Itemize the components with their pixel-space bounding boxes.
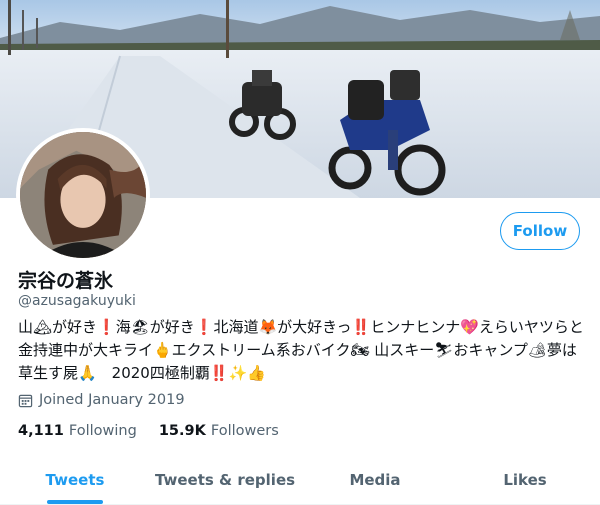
- profile-bio: 山🏔が好き❗️海🏖が好き❗️北海道🦊が大好きっ‼️ヒンナヒンナ💖えらいヤツらと金…: [18, 318, 584, 382]
- followers-link[interactable]: 15.9K Followers: [159, 423, 279, 439]
- followers-count: 15.9K: [158, 423, 211, 439]
- following-link[interactable]: 4,111 Following: [18, 423, 137, 439]
- calendar-icon: [18, 394, 33, 407]
- avatar[interactable]: [16, 128, 150, 262]
- following-count: 4,111: [18, 423, 69, 439]
- tab-likes[interactable]: Likes: [450, 456, 600, 504]
- tab-tweets-and-replies[interactable]: Tweets & replies: [150, 456, 300, 504]
- tab-tweets[interactable]: Tweets: [0, 456, 150, 504]
- avatar-photo: [20, 132, 146, 258]
- profile-tabs: Tweets Tweets & replies Media Likes: [0, 456, 600, 505]
- user-handle: @azusagakuyuki: [18, 293, 136, 309]
- following-label: Following: [68, 423, 137, 439]
- follow-stats: 4,111 Following 15.9K Followers: [18, 423, 279, 439]
- tab-media[interactable]: Media: [300, 456, 450, 504]
- followers-label: Followers: [210, 423, 279, 439]
- follow-button[interactable]: Follow: [500, 212, 580, 250]
- joined-text: Joined January 2019: [39, 392, 185, 408]
- joined-date: Joined January 2019: [18, 392, 185, 408]
- display-name: 宗谷の蒼氷: [18, 270, 114, 292]
